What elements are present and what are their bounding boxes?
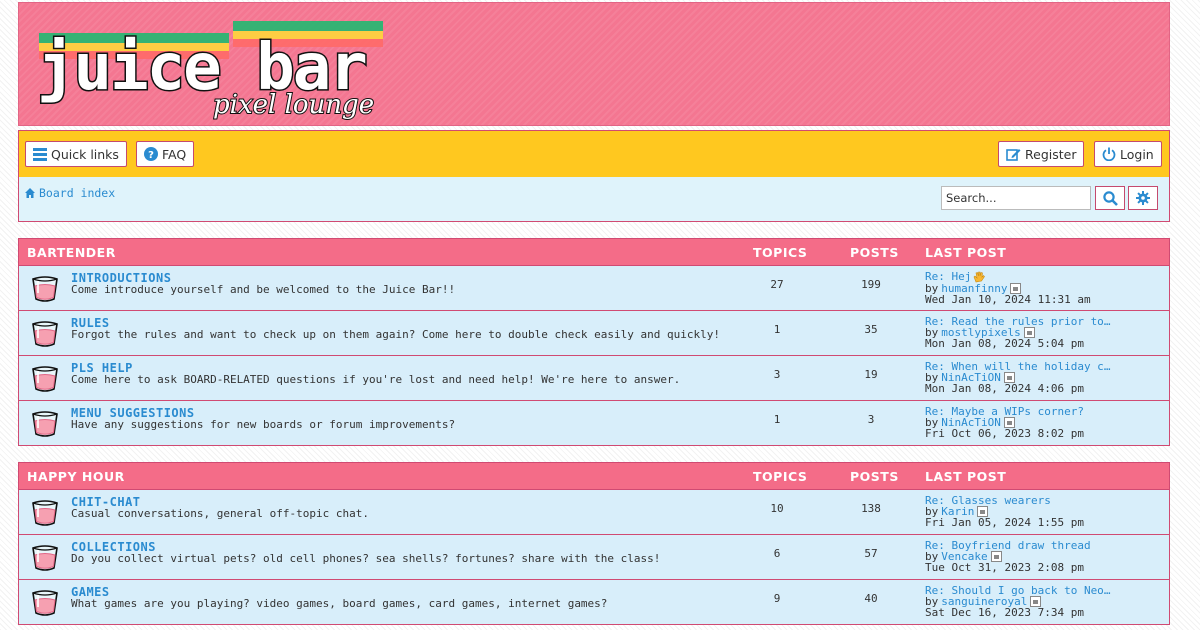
- bars-icon: [33, 147, 47, 161]
- page-wrap: juice bar pixel lounge Quick links ? FAQ…: [18, 2, 1170, 625]
- faq-button[interactable]: ? FAQ: [136, 141, 195, 167]
- quick-links-label: Quick links: [51, 146, 119, 162]
- navbar: Quick links ? FAQ Register Login Board i…: [18, 130, 1170, 222]
- header-banner: juice bar pixel lounge: [18, 2, 1170, 126]
- search-icon: [1102, 190, 1118, 206]
- forum-row: GAMES What games are you playing? video …: [19, 579, 1169, 624]
- topics-count: 1: [773, 323, 781, 336]
- topics-count: 10: [770, 502, 784, 515]
- topics-count: 3: [773, 368, 781, 381]
- posts-count: 3: [867, 413, 875, 426]
- juice-glass-icon: [32, 276, 58, 302]
- juice-glass-icon: [32, 321, 58, 347]
- forum-description: What games are you playing? video games,…: [71, 597, 608, 610]
- forum-row: COLLECTIONS Do you collect virtual pets?…: [19, 534, 1169, 579]
- forum-category: BARTENDER TOPICS POSTS LAST POST INTRODU…: [18, 238, 1170, 446]
- posts-count: 35: [864, 323, 878, 336]
- forum-description: Do you collect virtual pets? old cell ph…: [71, 552, 661, 565]
- col-topics-header: TOPICS: [753, 469, 808, 484]
- last-post-date: Tue Oct 31, 2023 2:08 pm: [925, 561, 1084, 574]
- posts-count: 199: [861, 278, 881, 291]
- topics-count: 1: [773, 413, 781, 426]
- last-post: Re: Maybe a WIPs corner? by NinAcTiON Fr…: [925, 406, 1165, 439]
- nav-bottom-bar: Board index: [19, 177, 1169, 221]
- juice-glass-icon: [32, 590, 58, 616]
- nav-top-bar: Quick links ? FAQ Register Login: [19, 131, 1169, 177]
- forum-row: PLS HELP Come here to ask BOARD-RELATED …: [19, 355, 1169, 400]
- posts-count: 40: [864, 592, 878, 605]
- breadcrumb-board-index[interactable]: Board index: [39, 186, 115, 200]
- forum-row: CHIT-CHAT Casual conversations, general …: [19, 489, 1169, 534]
- forum-description: Come here to ask BOARD-RELATED questions…: [71, 373, 681, 386]
- col-posts-header: POSTS: [850, 245, 899, 260]
- home-icon: [25, 188, 35, 198]
- last-post-date: Fri Jan 05, 2024 1:55 pm: [925, 516, 1084, 529]
- category-title[interactable]: BARTENDER: [27, 245, 116, 260]
- category-header: HAPPY HOUR TOPICS POSTS LAST POST: [19, 463, 1169, 489]
- forum-row: RULES Forgot the rules and want to check…: [19, 310, 1169, 355]
- last-post: Re: Boyfriend draw thread by Vencake Tue…: [925, 540, 1165, 573]
- gear-icon: [1136, 191, 1150, 205]
- col-last-post-header: LAST POST: [925, 245, 1007, 260]
- site-logo[interactable]: juice bar pixel lounge: [33, 13, 393, 123]
- svg-text:?: ?: [148, 150, 154, 161]
- search-button[interactable]: [1095, 186, 1125, 210]
- last-post-date: Mon Jan 08, 2024 4:06 pm: [925, 382, 1084, 395]
- forum-description: Forgot the rules and want to check up on…: [71, 328, 721, 341]
- login-label: Login: [1120, 146, 1154, 162]
- quick-links-button[interactable]: Quick links: [25, 141, 127, 167]
- topics-count: 27: [770, 278, 784, 291]
- last-post-link[interactable]: Re: Hej: [925, 271, 971, 282]
- topics-count: 6: [773, 547, 781, 560]
- last-post-date: Sat Dec 16, 2023 7:34 pm: [925, 606, 1084, 619]
- last-post: Re: Should I go back to Neope… by sangui…: [925, 585, 1165, 618]
- forum-description: Casual conversations, general off-topic …: [71, 507, 370, 520]
- login-button[interactable]: Login: [1094, 141, 1162, 167]
- logo-sub-text: pixel lounge: [213, 90, 374, 120]
- forum-row: MENU SUGGESTIONS Have any suggestions fo…: [19, 400, 1169, 445]
- faq-label: FAQ: [162, 146, 187, 162]
- last-post-date: Fri Oct 06, 2023 8:02 pm: [925, 427, 1084, 440]
- juice-glass-icon: [32, 500, 58, 526]
- last-post: Re: When will the holiday con… by NinAcT…: [925, 361, 1165, 394]
- juice-glass-icon: [32, 366, 58, 392]
- search-input[interactable]: [941, 186, 1091, 210]
- register-label: Register: [1025, 146, 1077, 162]
- juice-glass-icon: [32, 545, 58, 571]
- breadcrumb[interactable]: Board index: [25, 186, 115, 200]
- forum-categories: BARTENDER TOPICS POSTS LAST POST INTRODU…: [18, 238, 1170, 625]
- last-post: Re: Hej by humanfinny Wed Jan 10, 2024 1…: [925, 271, 1165, 305]
- last-post: Re: Read the rules prior to p… by mostly…: [925, 316, 1165, 349]
- forum-description: Have any suggestions for new boards or f…: [71, 418, 456, 431]
- topics-count: 9: [773, 592, 781, 605]
- posts-count: 19: [864, 368, 878, 381]
- col-posts-header: POSTS: [850, 469, 899, 484]
- last-post: Re: Glasses wearers by Karin Fri Jan 05,…: [925, 495, 1165, 528]
- category-header: BARTENDER TOPICS POSTS LAST POST: [19, 239, 1169, 265]
- juice-glass-icon: [32, 411, 58, 437]
- question-circle-icon: ?: [144, 147, 158, 161]
- col-topics-header: TOPICS: [753, 245, 808, 260]
- edit-icon: [1006, 149, 1021, 161]
- last-post-date: Mon Jan 08, 2024 5:04 pm: [925, 337, 1084, 350]
- posts-count: 138: [861, 502, 881, 515]
- advanced-search-button[interactable]: [1128, 186, 1158, 210]
- forum-category: HAPPY HOUR TOPICS POSTS LAST POST CHIT-C…: [18, 462, 1170, 625]
- forum-row: INTRODUCTIONS Come introduce yourself an…: [19, 265, 1169, 310]
- category-title[interactable]: HAPPY HOUR: [27, 469, 125, 484]
- forum-description: Come introduce yourself and be welcomed …: [71, 283, 456, 296]
- last-post-date: Wed Jan 10, 2024 11:31 am: [925, 293, 1091, 306]
- posts-count: 57: [864, 547, 878, 560]
- register-button[interactable]: Register: [998, 141, 1085, 167]
- col-last-post-header: LAST POST: [925, 469, 1007, 484]
- power-icon: [1102, 147, 1116, 161]
